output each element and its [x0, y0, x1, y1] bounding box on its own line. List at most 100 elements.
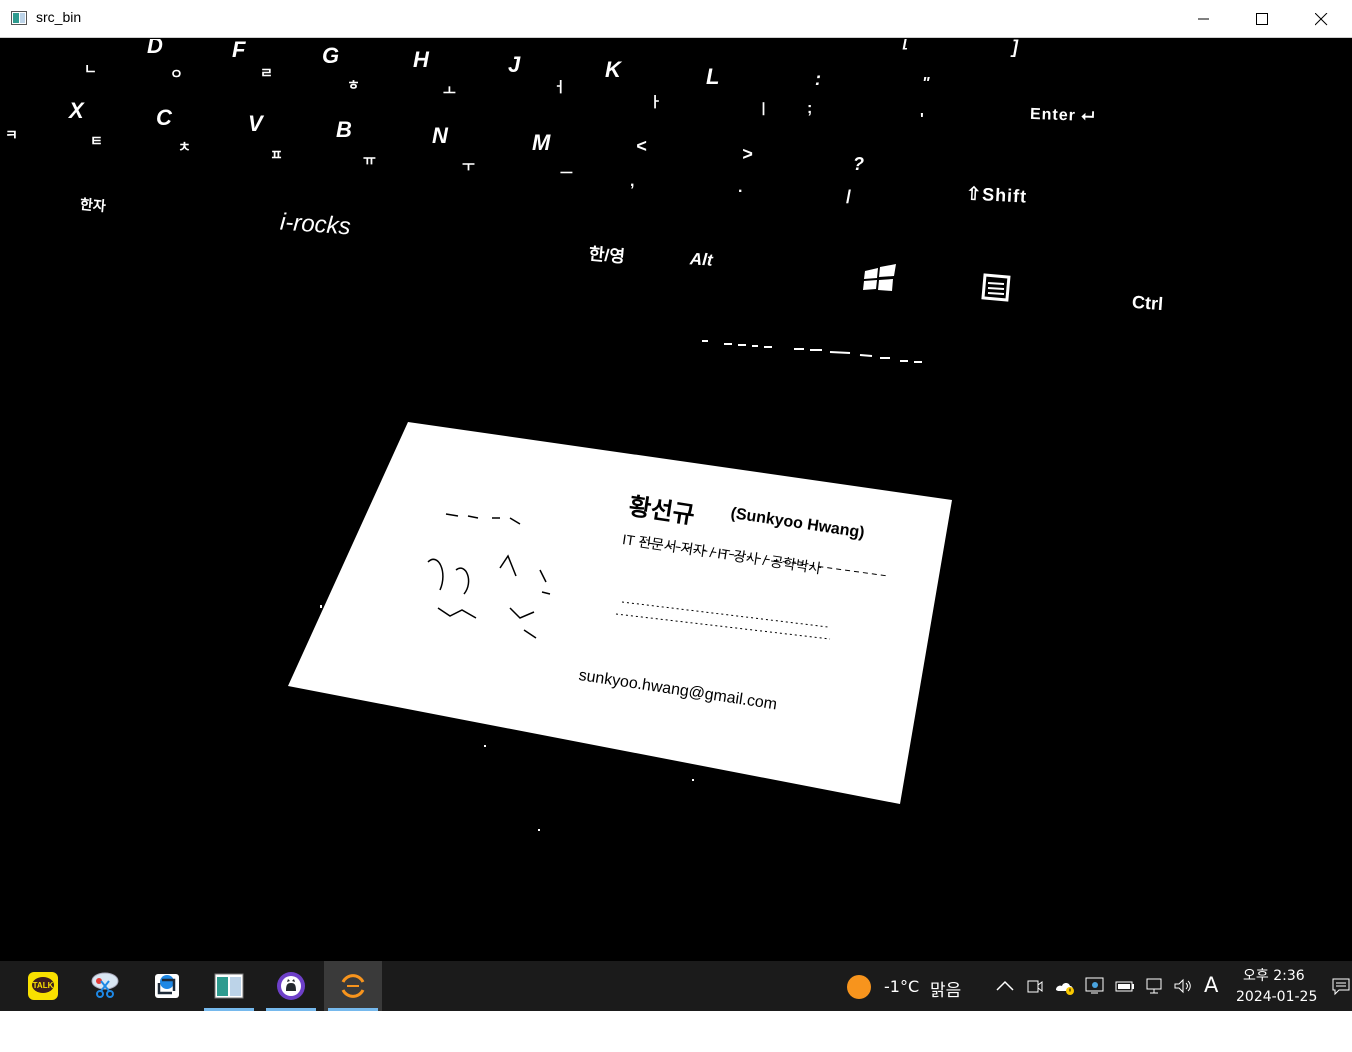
tray-volume[interactable]	[1172, 975, 1194, 997]
key-hangul-hieut: ㅎ	[347, 77, 360, 93]
key-hangul-o: ㅗ	[443, 83, 456, 99]
noise-speck	[484, 745, 486, 747]
clock-time[interactable]: 오후 2:36	[1243, 965, 1305, 985]
key-hangul-tieut: ㅌ	[90, 133, 103, 149]
sun-icon[interactable]	[846, 974, 872, 1000]
enter-arrow-icon: ⮠	[1081, 107, 1096, 126]
weather-temperature[interactable]: -1°C	[884, 977, 919, 996]
key-d: D	[147, 39, 163, 58]
maximize-button[interactable]	[1233, 0, 1291, 38]
key-question: ?	[853, 154, 864, 174]
notification-icon	[1332, 978, 1350, 996]
onedrive-warning-icon	[1056, 983, 1074, 995]
maximize-icon	[1256, 13, 1268, 25]
key-apostrophe: '	[920, 111, 924, 128]
opencv-window-icon	[214, 973, 244, 999]
tray-security[interactable]	[1084, 975, 1106, 997]
business-card	[288, 422, 952, 804]
key-hangul-chieut: ㅊ	[178, 139, 191, 155]
key-han-yeong: 한/영	[588, 244, 626, 267]
taskbar-app-github[interactable]	[262, 961, 320, 1011]
battery-icon	[1115, 981, 1134, 992]
clock-date[interactable]: 2024-01-25	[1236, 989, 1317, 1005]
key-hangul-a: ㅏ	[649, 94, 662, 110]
key-h: H	[413, 47, 429, 72]
key-hangul-i: ㅣ	[757, 101, 770, 117]
key-bracket-right: ]	[1012, 39, 1018, 57]
key-hangul-yu: ㅠ	[363, 152, 376, 168]
taskbar-app-kakaotalk[interactable]: TALK	[14, 961, 72, 1011]
ime-indicator[interactable]: A	[1204, 973, 1218, 997]
tray-onedrive[interactable]	[1054, 975, 1076, 997]
key-hangul-rieul: ㄹ	[260, 65, 273, 81]
key-less-than: <	[636, 136, 647, 156]
opencv-window: src_bin D F G H J K L : " [ ] ㄴ ㅇ ㄹ ㅎ ㅗ …	[0, 0, 1352, 961]
windows-key-icon	[863, 264, 896, 291]
running-indicator	[266, 1008, 316, 1011]
minimize-button[interactable]	[1175, 0, 1233, 38]
key-j: J	[508, 52, 521, 77]
keyboard-brand-logo: i-rocks	[279, 208, 352, 241]
taskbar: TALK -1°C 맑음 A 오후 2:36 2024-01-25	[0, 961, 1352, 1011]
network-icon	[1146, 978, 1162, 994]
key-k: K	[605, 57, 621, 82]
key-n: N	[432, 123, 448, 148]
key-comma: ,	[630, 173, 635, 190]
kakaotalk-icon: TALK	[28, 972, 58, 1000]
noise-speck	[692, 779, 694, 781]
key-hangul-n: ㄴ	[84, 61, 97, 77]
key-quote: "	[922, 75, 930, 92]
taskbar-app-capture[interactable]	[138, 961, 196, 1011]
key-c: C	[156, 105, 172, 130]
edge-noise	[702, 340, 922, 363]
tray-network[interactable]	[1144, 975, 1166, 997]
key-shift-label: Shift	[981, 184, 1028, 207]
tray-meeting[interactable]	[1024, 975, 1046, 997]
monitor-shield-icon	[1085, 977, 1104, 994]
key-slash: /	[846, 187, 852, 207]
key-period: .	[738, 179, 743, 196]
scissors-icon	[91, 972, 119, 998]
tray-battery[interactable]	[1114, 975, 1136, 997]
noise-speck	[320, 605, 322, 608]
key-g: G	[322, 43, 340, 68]
speaker-icon	[1174, 978, 1191, 994]
svg-text:TALK: TALK	[33, 981, 54, 990]
key-hangul-eu: ㅡ	[560, 165, 573, 181]
taskbar-app-opencv-window[interactable]	[200, 961, 258, 1011]
window-title: src_bin	[36, 9, 82, 25]
window-app-icon	[11, 11, 27, 25]
key-f: F	[232, 39, 246, 62]
key-greater-than: >	[742, 144, 753, 164]
key-enter-label: Enter	[1029, 105, 1077, 125]
eclipse-icon	[341, 974, 365, 998]
github-icon	[277, 972, 305, 1000]
chevron-up-icon	[996, 980, 1014, 991]
taskbar-app-snipping[interactable]	[76, 961, 134, 1011]
action-center-button[interactable]	[1330, 975, 1352, 997]
key-ctrl: Ctrl	[1131, 291, 1164, 315]
key-hanja: 한자	[79, 195, 107, 215]
key-v: V	[248, 111, 263, 136]
title-bar[interactable]: src_bin	[0, 0, 1352, 38]
shift-arrow-icon: ⇧	[965, 183, 983, 205]
key-hangul-eo: ㅓ	[553, 79, 566, 95]
key-semicolon: ;	[807, 100, 813, 117]
weather-condition[interactable]: 맑음	[930, 976, 961, 1001]
key-enter: Enter ⮠	[1030, 106, 1096, 126]
noise-speck	[538, 829, 540, 831]
close-button[interactable]	[1292, 0, 1350, 38]
taskbar-app-eclipse[interactable]	[324, 961, 382, 1011]
key-m: M	[532, 130, 551, 155]
capture-icon	[155, 974, 179, 998]
menu-key-icon	[981, 273, 1011, 302]
minimize-icon	[1198, 18, 1209, 20]
show-hidden-icons-button[interactable]	[994, 975, 1016, 997]
running-indicator	[204, 1008, 254, 1011]
key-hangul-kieuk: ㅋ	[5, 127, 18, 143]
key-hangul-ieung: ㅇ	[170, 66, 183, 82]
key-bracket-left: [	[903, 39, 909, 50]
binary-image-canvas: D F G H J K L : " [ ] ㄴ ㅇ ㄹ ㅎ ㅗ ㅓ ㅏ ㅣ ; …	[0, 39, 1352, 961]
key-hangul-u: ㅜ	[462, 158, 475, 174]
key-l: L	[706, 64, 720, 89]
